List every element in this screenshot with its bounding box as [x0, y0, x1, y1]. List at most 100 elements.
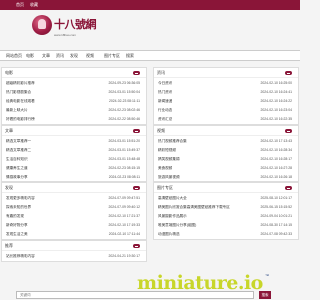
list-item[interactable]: 热门资讯 2024-02-10 16:24:41 [154, 88, 298, 97]
item-title[interactable]: 热门资讯 [158, 90, 172, 94]
list-item[interactable]: 热门影视剧集合 2024-03-01 15:50:04 [2, 88, 146, 97]
item-title[interactable]: 有趣的发现 [6, 214, 24, 218]
list-item[interactable]: 好看的电影排行榜 2024-02-22 08:50:46 [2, 115, 146, 124]
item-date: 2024-02-23 08:08:11 [108, 175, 140, 179]
panel-news: 资讯 今日资讯 2024-02-10 16:25:00 热门资讯 2024-02-1… [153, 67, 299, 125]
site-logo[interactable]: 十八號網 www.18hao.com [32, 15, 112, 41]
item-title[interactable]: 美食视频 [158, 166, 172, 170]
list-item[interactable]: 唯美意境图片分享(组图) 2024-08-30 17:14:15 [154, 221, 298, 230]
item-title[interactable]: 精美图片欣赏合集高清美图壁纸推荐下载专区 [158, 205, 246, 209]
home-link[interactable]: 首页 [16, 3, 24, 7]
list-item[interactable]: 搞笑视频集锦 2024-02-10 16:28:17 [154, 155, 298, 164]
list-item[interactable]: 有趣的发现 2024-02-10 17:21:37 [2, 212, 146, 221]
list-item[interactable]: 今日资讯 2024-02-10 16:25:00 [154, 79, 298, 88]
panel-recommend: 推荐 站长推荐精彩内容 2024-04-21 19:30:17 [1, 240, 147, 262]
more-icon[interactable] [285, 129, 292, 133]
item-title[interactable]: 情感故事分享 [6, 175, 28, 179]
item-date: 2025-08-10 12:01:17 [260, 196, 292, 200]
item-title[interactable]: 生活百科知识 [6, 157, 28, 161]
item-date: 2024-03-01 15:51:20 [108, 139, 140, 143]
list-item[interactable]: 新奇好物分享 2024-02-10 17:19:33 [2, 221, 146, 230]
item-title[interactable]: 搞笑视频集锦 [158, 157, 180, 161]
trademark-symbol: ™ [265, 273, 269, 278]
item-title[interactable]: 行业动态 [158, 108, 172, 112]
list-item[interactable]: 精彩短视频 2024-02-10 16:28:34 [154, 146, 298, 155]
more-icon[interactable] [133, 129, 140, 133]
more-icon[interactable] [133, 186, 140, 190]
list-item[interactable]: 生活百科知识 2024-03-01 15:48:48 [2, 155, 146, 164]
nav-item-pictures[interactable]: 图片专区 [104, 54, 120, 58]
item-date: 2024-02-10 16:24:41 [260, 90, 292, 94]
list-item[interactable]: 行业动态 2024-02-10 16:23:04 [154, 106, 298, 115]
item-title[interactable]: 好看的电影排行榜 [6, 117, 35, 121]
item-title[interactable]: 精彩短视频 [158, 148, 176, 152]
more-icon[interactable] [133, 71, 140, 75]
list-item[interactable]: 健康养生之道 2024-02-23 08:15:15 [2, 164, 146, 173]
item-title[interactable]: 发现生活之美 [6, 232, 28, 236]
nav-item-articles[interactable]: 文章 [42, 54, 50, 58]
more-icon[interactable] [133, 244, 140, 248]
list-item[interactable]: 探索未知的世界 2024-07-09 09:40:12 [2, 203, 146, 212]
list-item[interactable]: 情感故事分享 2024-02-23 08:08:11 [2, 173, 146, 182]
list-item[interactable]: 风景摄影作品展示 2024-09-04 10:01:21 [154, 212, 298, 221]
item-title[interactable]: 精选文章推荐一 [6, 139, 31, 143]
list-item[interactable]: 美食视频 2024-02-10 16:27:28 [154, 164, 298, 173]
item-title[interactable]: 唯美意境图片分享(组图) [158, 223, 246, 227]
panel-header: 发现 [2, 183, 146, 193]
item-title[interactable]: 旅游风景视频 [158, 175, 180, 179]
list-item[interactable]: 发现生活之美 2024-02-10 17:11:44 [2, 230, 146, 239]
list-item[interactable]: 热门视频推荐合集 2024-02-10 17:13:43 [154, 137, 298, 146]
item-title[interactable]: 健康养生之道 [6, 166, 28, 170]
more-icon[interactable] [285, 71, 292, 75]
nav-item-discover[interactable]: 发现 [70, 54, 78, 58]
item-date: 2024-07-09 09:47:51 [108, 196, 140, 200]
list-item[interactable]: 动漫图片精选 2024-07-08 09:42:33 [154, 230, 298, 239]
list-item[interactable]: 超级精彩影片推荐 2024-09-23 06:36:05 [2, 79, 146, 88]
more-icon[interactable] [285, 186, 292, 190]
favorite-link[interactable]: 收藏 [30, 3, 38, 7]
list-item[interactable]: 最新上映大片 2024-02-23 08:02:46 [2, 106, 146, 115]
item-title[interactable]: 高清壁纸图片大全 [158, 196, 246, 200]
list-item[interactable]: 发现更多精彩内容 2024-07-09 09:47:51 [2, 194, 146, 203]
item-title[interactable]: 动漫图片精选 [158, 232, 246, 236]
panel-header: 推荐 [2, 241, 146, 251]
item-date: 2024-02-10 17:13:43 [260, 139, 292, 143]
watermark-text: miniature.io [137, 272, 263, 294]
item-date: 2024-02-10 17:21:37 [108, 214, 140, 218]
nav-item-search[interactable]: 搜索 [126, 54, 134, 58]
panel-videos: 视频 热门视频推荐合集 2024-02-10 17:13:43 精彩短视频 2024… [153, 125, 299, 182]
nav-item-news[interactable]: 资讯 [56, 54, 64, 58]
list-item[interactable]: 精选文章推荐二 2024-03-01 15:49:37 [2, 146, 146, 155]
item-title[interactable]: 热门影视剧集合 [6, 90, 31, 94]
item-date: 2024-08-30 17:14:15 [260, 223, 292, 227]
item-title[interactable]: 精选文章推荐二 [6, 148, 31, 152]
list-item[interactable]: 新闻速递 2024-02-10 16:24:22 [154, 97, 298, 106]
item-title[interactable]: 风景摄影作品展示 [158, 214, 246, 218]
item-title[interactable]: 探索未知的世界 [6, 205, 31, 209]
item-title[interactable]: 新闻速递 [158, 99, 172, 103]
item-date: 2024-02-10 16:28:17 [260, 157, 292, 161]
panel-articles: 文章 精选文章推荐一 2024-03-01 15:51:20 精选文章推荐二 202… [1, 125, 147, 182]
list-item[interactable]: 站长推荐精彩内容 2024-04-21 19:30:17 [2, 252, 146, 261]
list-item[interactable]: 精选文章推荐一 2024-03-01 15:51:20 [2, 137, 146, 146]
item-title[interactable]: 热门视频推荐合集 [158, 139, 187, 143]
nav-item-home[interactable]: 网站首页 [6, 54, 22, 58]
list-item[interactable]: 高清壁纸图片大全 2025-08-10 12:01:17 [154, 194, 298, 203]
item-date: 2024-02-23 08:02:46 [108, 108, 140, 112]
list-item[interactable]: 经典电影在线观看 2024-02-23 08:11:11 [2, 97, 146, 106]
nav-item-videos[interactable]: 视频 [86, 54, 94, 58]
item-title[interactable]: 发现更多精彩内容 [6, 196, 35, 200]
item-title[interactable]: 经典电影在线观看 [6, 99, 35, 103]
item-title[interactable]: 站长推荐精彩内容 [6, 254, 35, 258]
item-title[interactable]: 今日资讯 [158, 81, 172, 85]
item-date: 2024-02-10 16:25:00 [260, 81, 292, 85]
item-title[interactable]: 最新上映大片 [6, 108, 28, 112]
list-item[interactable]: 旅游风景视频 2024-02-10 16:26:18 [154, 173, 298, 182]
item-title[interactable]: 资讯汇总 [158, 117, 172, 121]
nav-item-movies[interactable]: 电影 [26, 54, 34, 58]
list-item[interactable]: 精美图片欣赏合集高清美图壁纸推荐下载专区 2025-06-15 15:15:52 [154, 203, 298, 212]
item-title[interactable]: 超级精彩影片推荐 [6, 81, 35, 85]
panel-movies: 电影 超级精彩影片推荐 2024-09-23 06:36:05 热门影视剧集合 20… [1, 67, 147, 125]
list-item[interactable]: 资讯汇总 2024-02-10 16:22:35 [154, 115, 298, 124]
item-title[interactable]: 新奇好物分享 [6, 223, 28, 227]
